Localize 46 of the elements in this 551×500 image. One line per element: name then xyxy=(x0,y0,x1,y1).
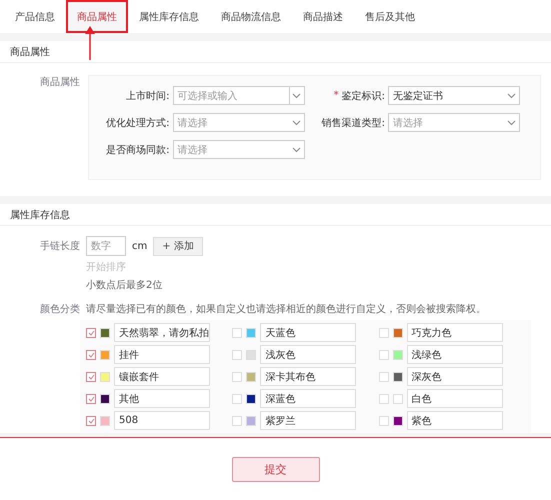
color-name-field[interactable]: 镶嵌套件 xyxy=(114,367,210,386)
chevron-down-icon xyxy=(507,120,516,126)
color-name-field[interactable]: 深卡其布色 xyxy=(260,367,356,386)
add-button[interactable]: + 添加 xyxy=(153,236,203,256)
color-name-field[interactable]: 508 xyxy=(114,411,210,430)
section-title: 商品属性 xyxy=(0,41,551,63)
color-name-field[interactable]: 挂件 xyxy=(114,345,210,364)
required-mark: * xyxy=(334,90,339,101)
field-label: 鉴定标识: xyxy=(342,90,385,102)
hint-text: 小数点后最多2位 xyxy=(86,278,164,292)
color-name-field[interactable]: 浅绿色 xyxy=(406,345,503,364)
color-name-field[interactable]: 天然翡翠，请勿私拍 xyxy=(114,323,210,342)
arrow-annotation xyxy=(84,26,96,60)
checkbox[interactable] xyxy=(86,372,96,382)
chevron-down-icon xyxy=(292,92,301,98)
checkbox[interactable] xyxy=(86,394,96,404)
color-name-field[interactable]: 紫色 xyxy=(406,411,503,430)
color-name-field[interactable]: 白色 xyxy=(406,389,503,408)
field-label: 颜色分类 xyxy=(39,302,80,316)
checkbox[interactable] xyxy=(86,416,96,426)
color-name-field[interactable]: 深蓝色 xyxy=(260,389,356,408)
color-name-field[interactable]: 紫罗兰 xyxy=(260,411,356,430)
section-title: 属性库存信息 xyxy=(0,204,551,226)
field-label: 销售渠道类型: xyxy=(322,116,385,130)
help-text: 请尽量选择已有的颜色，如果自定义也请选择相近的颜色进行自定义，否则会被搜索降权。 xyxy=(86,302,486,316)
tab[interactable]: 商品属性 xyxy=(66,0,128,33)
submit-button[interactable]: 提交 xyxy=(232,456,320,482)
field-label: 手链长度 xyxy=(39,240,80,253)
color-name-field[interactable]: 天蓝色 xyxy=(260,323,356,342)
select-field[interactable]: 无鉴定证书 xyxy=(388,86,520,105)
unit-label: cm xyxy=(132,240,148,252)
color-name-field[interactable]: 浅灰色 xyxy=(260,345,356,364)
checkbox[interactable] xyxy=(86,350,96,360)
group-label: 商品属性 xyxy=(39,76,80,90)
color-name-field[interactable]: 巧克力色 xyxy=(406,323,503,342)
color-name-field[interactable]: 深灰色 xyxy=(406,367,503,386)
field-label: 是否商场同款: xyxy=(106,144,170,156)
field-label: 优化处理方式: xyxy=(106,116,170,130)
field-label: 上市时间: xyxy=(126,90,170,102)
chevron-down-icon xyxy=(507,92,516,98)
number-input[interactable]: 数字 xyxy=(86,236,126,256)
checkbox[interactable] xyxy=(86,328,96,338)
chevron-down-icon xyxy=(292,146,300,152)
color-name-field[interactable]: 其他 xyxy=(114,389,210,408)
hint-text: 开始排序 xyxy=(86,260,127,274)
chevron-down-icon xyxy=(292,120,300,126)
